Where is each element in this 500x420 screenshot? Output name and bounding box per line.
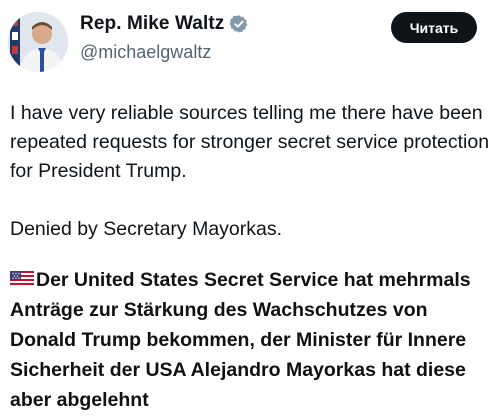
user-handle[interactable]: @michaelgwaltz: [80, 42, 211, 63]
tweet-paragraph-2: Denied by Secretary Mayorkas.: [10, 218, 283, 240]
tweet-header: Rep. Mike Waltz @michaelgwaltz Читать: [0, 0, 500, 80]
name-row: Rep. Mike Waltz: [80, 13, 249, 35]
display-name[interactable]: Rep. Mike Waltz: [80, 13, 224, 35]
translation-caption: Der United States Secret Service hat meh…: [10, 265, 495, 415]
caption-text: Der United States Secret Service hat meh…: [10, 269, 471, 411]
tweet-paragraph-1: I have very reliable sources telling me …: [10, 102, 490, 182]
verified-badge-icon: [229, 14, 249, 34]
avatar[interactable]: [8, 12, 68, 72]
us-flag-icon: [10, 266, 34, 287]
follow-button[interactable]: Читать: [391, 12, 477, 43]
tweet-text: I have very reliable sources telling me …: [10, 99, 490, 244]
avatar-image: [8, 12, 68, 72]
